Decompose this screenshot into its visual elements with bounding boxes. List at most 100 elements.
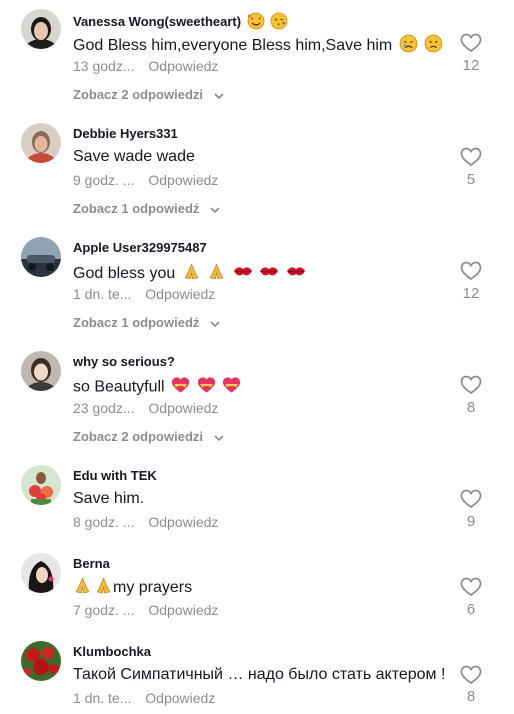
folded-hands-icon xyxy=(182,262,201,286)
reply-button[interactable]: Odpowiedz xyxy=(148,58,218,74)
heart-outline-icon xyxy=(460,577,482,597)
like-button[interactable] xyxy=(459,487,483,511)
comment-text: God bless you xyxy=(73,262,306,286)
face-blowing-kiss-icon xyxy=(270,12,288,33)
reply-button[interactable]: Odpowiedz xyxy=(148,602,218,618)
chevron-down-icon xyxy=(213,88,225,103)
avatar[interactable] xyxy=(21,237,61,277)
comment-username[interactable]: why so serious? xyxy=(73,354,175,369)
comment-text-content: God Bless him,everyone Bless him,Save hi… xyxy=(73,37,393,55)
comment-meta: 1 dn. te... Odpowiedz xyxy=(73,690,215,706)
comment-text: Save wade wade xyxy=(73,148,195,166)
comment-text: God Bless him,everyone Bless him,Save hi… xyxy=(73,34,443,58)
folded-hands-icon xyxy=(94,576,113,600)
comment-text: Такой Симпатичный … надо было стать акте… xyxy=(73,666,445,684)
chevron-down-icon xyxy=(213,430,225,445)
comment-time: 9 godz. ... xyxy=(73,172,135,188)
comment-meta: 8 godz. ... Odpowiedz xyxy=(73,514,218,530)
like-count: 8 xyxy=(466,399,476,416)
comment-time: 1 dn. te... xyxy=(73,690,132,706)
frowning-face-icon xyxy=(424,34,443,58)
view-replies-button[interactable]: Zobacz 2 odpowiedzi xyxy=(73,87,225,103)
avatar[interactable] xyxy=(21,465,61,505)
comment-text: my prayers xyxy=(73,576,192,600)
comment-time: 23 godz... xyxy=(73,400,135,416)
reply-button[interactable]: Odpowiedz xyxy=(145,690,215,706)
heart-outline-icon xyxy=(460,375,482,395)
username-text: Debbie Hyers331 xyxy=(73,126,178,141)
comment-meta: 7 godz. ... Odpowiedz xyxy=(73,602,218,618)
smiling-face-with-hearts-icon xyxy=(247,12,265,33)
avatar[interactable] xyxy=(21,351,61,391)
like-count: 12 xyxy=(462,285,480,302)
comment-text: so Beautyfull xyxy=(73,376,241,399)
sad-face-icon xyxy=(399,34,418,58)
comment-meta: 1 dn. te... Odpowiedz xyxy=(73,286,215,302)
like-button[interactable] xyxy=(459,575,483,599)
reply-button[interactable]: Odpowiedz xyxy=(148,172,218,188)
comment-time: 7 godz. ... xyxy=(73,602,135,618)
view-replies-label: Zobacz 1 odpowiedź xyxy=(73,201,200,216)
heart-outline-icon xyxy=(460,33,482,53)
username-text: Apple User329975487 xyxy=(73,240,207,255)
view-replies-label: Zobacz 2 odpowiedzi xyxy=(73,87,204,102)
comment-username[interactable]: Apple User329975487 xyxy=(73,240,207,255)
comment-username[interactable]: Berna xyxy=(73,556,110,571)
like-button[interactable] xyxy=(459,31,483,55)
like-count: 12 xyxy=(462,57,480,74)
comment-meta: 23 godz... Odpowiedz xyxy=(73,400,218,416)
username-text: Edu with TEK xyxy=(73,468,157,483)
heart-with-ribbon-icon xyxy=(171,376,190,399)
heart-with-ribbon-icon xyxy=(222,376,241,399)
heart-outline-icon xyxy=(460,147,482,167)
chevron-down-icon xyxy=(209,316,221,331)
view-replies-label: Zobacz 1 odpowiedź xyxy=(73,315,200,330)
like-count: 5 xyxy=(466,171,476,188)
avatar[interactable] xyxy=(21,553,61,593)
view-replies-button[interactable]: Zobacz 2 odpowiedzi xyxy=(73,429,225,445)
like-button[interactable] xyxy=(459,373,483,397)
like-count: 8 xyxy=(466,688,476,705)
avatar[interactable] xyxy=(21,123,61,163)
like-count: 9 xyxy=(466,513,476,530)
comment-text-content: God bless you xyxy=(73,265,176,283)
like-button[interactable] xyxy=(459,663,483,687)
kiss-mark-icon xyxy=(259,263,279,286)
username-text: Klumbochka xyxy=(73,644,152,659)
comment-time: 8 godz. ... xyxy=(73,514,135,530)
avatar[interactable] xyxy=(21,641,61,681)
comment-meta: 13 godz... Odpowiedz xyxy=(73,58,218,74)
username-text: Vanessa Wong(sweetheart) xyxy=(73,13,242,29)
comment-text: Save him. xyxy=(73,490,144,508)
like-count: 6 xyxy=(466,601,476,618)
reply-button[interactable]: Odpowiedz xyxy=(145,286,215,302)
username-text: why so serious? xyxy=(73,354,175,369)
comment-text-content: Save him. xyxy=(73,490,145,507)
like-button[interactable] xyxy=(459,259,483,283)
avatar[interactable] xyxy=(21,9,61,49)
comment-text-content: Такой Симпатичный … надо было стать акте… xyxy=(73,666,446,683)
view-replies-button[interactable]: Zobacz 1 odpowiedź xyxy=(73,201,221,217)
like-button[interactable] xyxy=(459,145,483,169)
comment-username[interactable]: Debbie Hyers331 xyxy=(73,126,178,141)
chevron-down-icon xyxy=(209,202,221,217)
heart-outline-icon xyxy=(460,489,482,509)
comment-username[interactable]: Klumbochka xyxy=(73,644,151,659)
heart-outline-icon xyxy=(460,261,482,281)
comment-time: 13 godz... xyxy=(73,58,135,74)
comment-text-content: so Beautyfull xyxy=(73,378,165,396)
folded-hands-icon xyxy=(207,262,226,286)
reply-button[interactable]: Odpowiedz xyxy=(148,514,218,530)
comment-username[interactable]: Vanessa Wong(sweetheart) xyxy=(73,12,288,33)
heart-with-ribbon-icon xyxy=(197,376,216,399)
view-replies-button[interactable]: Zobacz 1 odpowiedź xyxy=(73,315,221,331)
heart-outline-icon xyxy=(460,665,482,685)
comment-text-content: my prayers xyxy=(113,579,193,597)
folded-hands-icon xyxy=(73,576,92,600)
comment-meta: 9 godz. ... Odpowiedz xyxy=(73,172,218,188)
reply-button[interactable]: Odpowiedz xyxy=(148,400,218,416)
comment-text-content: Save wade wade xyxy=(73,148,195,165)
comment-username[interactable]: Edu with TEK xyxy=(73,468,157,483)
kiss-mark-icon xyxy=(233,263,253,286)
username-text: Berna xyxy=(73,556,110,571)
